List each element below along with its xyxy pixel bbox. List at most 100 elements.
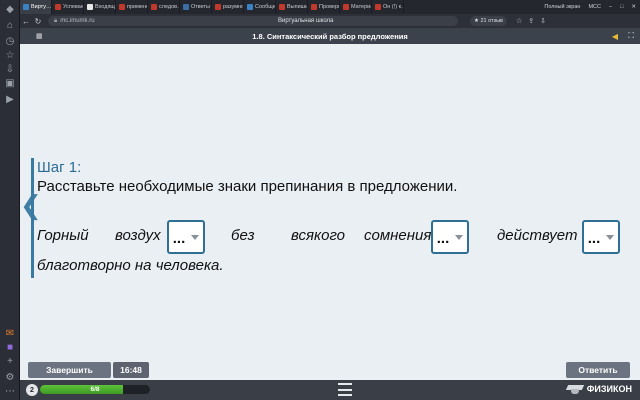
fullscreen-icon[interactable]: ⛶	[628, 31, 634, 41]
window-close-icon[interactable]: ✕	[631, 4, 636, 10]
step-label: Шаг 1:	[37, 159, 82, 176]
mail-icon[interactable]: ✉	[4, 328, 16, 340]
toolbar-icons: ☆ ⇪ ⇩	[513, 17, 549, 25]
address-bar: ← ↻ 🔒︎ mc.imumk.ru Виртуальная школа ★ 2…	[20, 14, 640, 28]
browser-tab[interactable]: Ответы з…	[180, 0, 212, 14]
tab-favicon-icon	[247, 4, 253, 10]
word-2: воздух	[115, 227, 161, 244]
lesson-title: 1.8. Синтаксический разбор предложения	[252, 31, 408, 41]
tab-favicon-icon	[119, 4, 125, 10]
browser-tab[interactable]: применение	[116, 0, 148, 14]
tab-label: Ответы з…	[191, 4, 211, 10]
lock-icon: 🔒︎	[54, 17, 58, 24]
bookmark-icon[interactable]: ☆	[516, 17, 522, 25]
timer: 16:48	[113, 362, 149, 378]
app-icon[interactable]: ■	[4, 342, 16, 354]
tab-favicon-icon	[279, 4, 285, 10]
word-5: сомнения	[364, 227, 432, 244]
tab-label: Входящие	[95, 4, 115, 10]
url-host: mc.imumk.ru	[60, 18, 95, 24]
chevron-down-icon	[606, 234, 615, 240]
progress-bar: 6/8	[40, 385, 150, 394]
step-accent-bar	[31, 158, 34, 278]
tab-favicon-icon	[87, 4, 93, 10]
browser-tab[interactable]: Материал	[340, 0, 372, 14]
fullscreen-label[interactable]: Полный экран	[544, 4, 580, 10]
sentence-line-1: Горный воздух ... без всякого сомнения .…	[37, 220, 621, 254]
browser-tab[interactable]: разумно	[212, 0, 244, 14]
browser-tab[interactable]: Он (!) к…	[372, 0, 404, 14]
share-icon[interactable]: ⇪	[528, 17, 534, 25]
browser-tab[interactable]: Успеваемость	[52, 0, 84, 14]
tab-favicon-icon	[375, 4, 381, 10]
word-3: без	[231, 227, 255, 244]
browser-tab[interactable]: следов…	[148, 0, 180, 14]
answer-button[interactable]: Ответить	[566, 362, 630, 378]
task-area: ❮ Шаг 1: Расставьте необходимые знаки пр…	[20, 44, 640, 356]
browser-sidebar: ◆ ⌂ ◷ ☆ ⇩ ▣ ▶ ✉ ■ + ⚙ ⋯	[0, 0, 20, 400]
rating-badge[interactable]: ★ 21 отзыв	[470, 16, 507, 26]
home-icon[interactable]: ⌂	[4, 20, 16, 32]
brand-name: ФИЗИКОН	[586, 384, 632, 394]
browser-tab[interactable]: Проверка	[308, 0, 340, 14]
browser-logo-icon[interactable]: ◆	[4, 4, 16, 16]
tab-favicon-icon	[151, 4, 157, 10]
tab-favicon-icon	[215, 4, 221, 10]
tab-label: применение	[127, 4, 147, 10]
browser-tab[interactable]: Входящие	[84, 0, 116, 14]
brand-logo: ФИЗИКОН	[567, 383, 632, 395]
add-icon[interactable]: +	[4, 356, 16, 368]
progress-text: 6/8	[90, 386, 100, 393]
word-1: Горный	[37, 227, 89, 244]
browser-tab[interactable]: Выпиши	[276, 0, 308, 14]
tab-label: Вирту…	[31, 4, 52, 10]
tab-favicon-icon	[55, 4, 61, 10]
tab-label: Он (!) к…	[383, 4, 403, 10]
tab-favicon-icon	[183, 4, 189, 10]
dropdown-value: ...	[587, 229, 601, 247]
extensions-icon[interactable]: ▣	[4, 78, 16, 90]
sound-icon[interactable]: ◀︎	[612, 32, 618, 41]
more-icon[interactable]: ⋯	[4, 386, 16, 398]
finish-button[interactable]: Завершить	[28, 362, 111, 378]
chevron-down-icon	[455, 234, 464, 240]
tab-label: следов…	[159, 4, 179, 10]
footer: 2 6/8 ФИЗИКОН	[20, 380, 640, 400]
browser-tab[interactable]: Вирту…	[20, 0, 52, 14]
punctuation-dropdown-1[interactable]: ...	[167, 220, 205, 254]
browser-tab[interactable]: Сообщения	[244, 0, 276, 14]
chevron-down-icon	[191, 234, 200, 240]
settings-icon[interactable]: ⚙	[4, 372, 16, 384]
page-title: Виртуальная школа	[278, 18, 334, 24]
window-maximize-icon[interactable]: □	[620, 4, 623, 10]
punctuation-dropdown-3[interactable]: ...	[582, 220, 620, 254]
punctuation-dropdown-2[interactable]: ...	[431, 220, 469, 254]
window-minimize-icon[interactable]: –	[609, 4, 612, 10]
tab-list: Вирту… Успеваемость Входящие применение след…	[20, 0, 404, 14]
mcc-label[interactable]: MCC	[588, 4, 601, 10]
step-number-badge: 2	[26, 384, 38, 396]
tab-favicon-icon	[311, 4, 317, 10]
url-field[interactable]: 🔒︎ mc.imumk.ru Виртуальная школа	[48, 16, 458, 26]
history-icon[interactable]: ◷	[4, 36, 16, 48]
task-instruction: Расставьте необходимые знаки препинания …	[37, 178, 458, 195]
tab-label: Материал	[351, 4, 371, 10]
bottom-controls: Завершить 16:48 Ответить	[20, 356, 640, 380]
word-4: всякого	[291, 227, 346, 244]
tab-label: Сообщения	[255, 4, 276, 10]
tab-label: Проверка	[319, 4, 339, 10]
downloads-icon[interactable]: ⇩	[540, 17, 546, 25]
download-icon[interactable]: ⇩	[4, 64, 16, 76]
star-icon[interactable]: ☆	[4, 50, 16, 62]
player-icon[interactable]: ▶	[4, 94, 16, 106]
reload-icon[interactable]: ↻	[32, 17, 44, 26]
tab-favicon-icon	[343, 4, 349, 10]
tab-label: разумно	[223, 4, 244, 10]
tab-favicon-icon	[23, 4, 29, 10]
word-6: действует	[497, 227, 578, 244]
menu-icon[interactable]	[338, 383, 352, 396]
back-arrow-icon[interactable]: ←	[20, 17, 32, 26]
dropdown-value: ...	[172, 229, 186, 247]
course-header: ▦ 1.8. Синтаксический разбор предложения…	[20, 28, 640, 44]
tab-label: Успеваемость	[63, 4, 84, 10]
